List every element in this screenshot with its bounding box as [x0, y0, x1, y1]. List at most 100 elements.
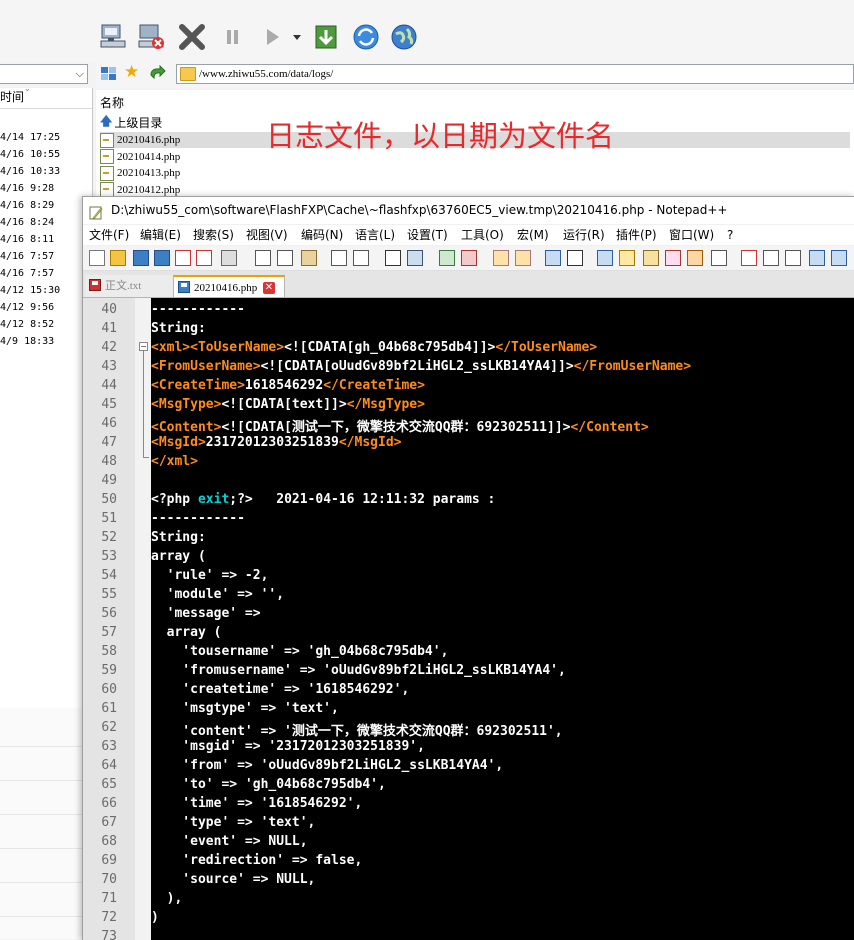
- sync-icon[interactable]: [100, 66, 118, 86]
- play-macro-icon[interactable]: [785, 250, 801, 266]
- all-chars-icon[interactable]: [567, 250, 583, 266]
- file-item[interactable]: 20210413.php: [100, 165, 180, 181]
- parent-dir-item[interactable]: 🡅 上级目录: [100, 114, 162, 130]
- time-list-item[interactable]: 4/16 8:24: [0, 217, 54, 233]
- menu-item[interactable]: 插件(P): [616, 225, 657, 245]
- tab-zhengwen[interactable]: 正文.txt: [85, 275, 173, 297]
- doc-map-icon[interactable]: [643, 250, 659, 266]
- notepad-app-icon: [89, 203, 103, 220]
- name-column-header[interactable]: 名称: [100, 94, 124, 111]
- fold-toggle-icon[interactable]: −: [139, 342, 148, 351]
- menu-item[interactable]: 宏(M): [517, 225, 549, 245]
- time-list-item[interactable]: 4/16 9:28: [0, 183, 54, 199]
- time-list-item[interactable]: 4/16 8:29: [0, 200, 54, 216]
- window-titlebar[interactable]: D:\zhiwu55_com\software\FlashFXP\Cache\~…: [83, 197, 854, 224]
- time-list-item[interactable]: 4/12 9:56: [0, 302, 54, 318]
- time-list-item[interactable]: 4/16 8:11: [0, 234, 54, 250]
- file-name: 20210414.php: [117, 150, 181, 163]
- local-path-combo[interactable]: ⌵: [0, 64, 88, 84]
- star-icon[interactable]: ★: [124, 64, 139, 81]
- play-icon[interactable]: [256, 20, 288, 54]
- redo-icon[interactable]: [353, 250, 369, 266]
- code-token: array (: [151, 625, 222, 640]
- tab-20210416[interactable]: 20210416.php ✕: [173, 275, 285, 297]
- code-token: 'from' => 'oUudGv89bf2LiHGL2_ssLKB14YA4'…: [151, 758, 504, 773]
- pause-icon[interactable]: [216, 20, 248, 54]
- transfer-icon[interactable]: [310, 20, 342, 54]
- play-multi-icon[interactable]: [809, 250, 825, 266]
- function-list-icon[interactable]: [665, 250, 681, 266]
- record-macro-icon[interactable]: [741, 250, 757, 266]
- save-all-icon[interactable]: [154, 250, 170, 266]
- udl-icon[interactable]: [619, 250, 635, 266]
- folder-workspace-icon[interactable]: [687, 250, 703, 266]
- back-arrow-icon[interactable]: [148, 64, 166, 85]
- menu-item[interactable]: 搜索(S): [193, 225, 234, 245]
- time-list-item[interactable]: 4/12 8:52: [0, 319, 54, 335]
- sync-v-icon[interactable]: [493, 250, 509, 266]
- stop-macro-icon[interactable]: [763, 250, 779, 266]
- file-item[interactable]: 20210414.php: [100, 149, 180, 165]
- code-token: array (: [151, 549, 206, 564]
- line-number: 40: [101, 302, 117, 317]
- chevron-down-icon[interactable]: [288, 20, 306, 54]
- open-file-icon[interactable]: [110, 250, 126, 266]
- paste-icon[interactable]: [301, 250, 317, 266]
- time-list-item[interactable]: 4/16 7:57: [0, 251, 54, 267]
- replace-icon[interactable]: [407, 250, 423, 266]
- zoom-out-icon[interactable]: [461, 250, 477, 266]
- menu-item[interactable]: 文件(F): [89, 225, 129, 245]
- globe-icon[interactable]: [388, 20, 420, 54]
- time-list-item[interactable]: 4/16 10:33: [0, 166, 60, 182]
- menu-item[interactable]: 工具(O): [461, 225, 504, 245]
- time-list-item[interactable]: 4/12 15:30: [0, 285, 60, 301]
- time-list-item[interactable]: 4/9 18:33: [0, 336, 54, 352]
- menu-item[interactable]: 设置(T): [407, 225, 448, 245]
- chevron-down-icon[interactable]: ⌵: [76, 67, 84, 81]
- new-file-icon[interactable]: [89, 250, 105, 266]
- transfer-queue-panel: [0, 708, 93, 939]
- menu-item[interactable]: 语言(L): [355, 225, 395, 245]
- sync-h-icon[interactable]: [515, 250, 531, 266]
- disconnect-icon[interactable]: [136, 20, 168, 54]
- code-token: 'source' => NULL,: [151, 872, 316, 887]
- menu-item[interactable]: 视图(V): [246, 225, 288, 245]
- close-icon[interactable]: ✕: [263, 282, 275, 295]
- word-wrap-icon[interactable]: [545, 250, 561, 266]
- time-list-item[interactable]: 4/16 10:55: [0, 149, 60, 165]
- save-icon[interactable]: [133, 250, 149, 266]
- zoom-in-icon[interactable]: [439, 250, 455, 266]
- menu-item[interactable]: 窗口(W): [669, 225, 714, 245]
- code-editor[interactable]: 40 41 42 43 44 45 46 47 48 49 50 51 52 53 54 55 56 57 58 59…: [83, 298, 854, 940]
- menu-item[interactable]: ?: [727, 225, 733, 245]
- code-line: 'fromusername' => 'oUudGv89bf2LiHGL2_ssL…: [151, 663, 566, 678]
- fold-line: [143, 351, 144, 457]
- cut-icon[interactable]: [255, 250, 271, 266]
- line-number: 67: [101, 815, 117, 830]
- save-macro-icon[interactable]: [831, 250, 847, 266]
- tab-label: 正文.txt: [105, 280, 142, 292]
- menu-item[interactable]: 编辑(E): [140, 225, 181, 245]
- undo-icon[interactable]: [331, 250, 347, 266]
- close-file-icon[interactable]: [175, 250, 191, 266]
- indent-guide-icon[interactable]: [597, 250, 613, 266]
- time-list-item[interactable]: 4/14 17:25: [0, 132, 60, 148]
- menu-item[interactable]: 运行(R): [563, 225, 605, 245]
- line-number: 72: [101, 910, 117, 925]
- time-column-label: 时间: [0, 90, 25, 104]
- code-line: 'to' => 'gh_04b68c795db4',: [151, 777, 386, 792]
- time-list-item[interactable]: 4/16 7:57: [0, 268, 54, 284]
- abort-icon[interactable]: [176, 20, 208, 54]
- remote-path-input[interactable]: /www.zhiwu55.com/data/logs/: [176, 64, 854, 84]
- copy-icon[interactable]: [277, 250, 293, 266]
- menu-item[interactable]: 编码(N): [301, 225, 343, 245]
- refresh-icon[interactable]: [350, 20, 382, 54]
- saved-file-icon: [89, 279, 101, 291]
- close-all-icon[interactable]: [196, 250, 212, 266]
- code-token: 'content' => '测试一下，微擎技术交流QQ群：692302511',: [151, 724, 563, 739]
- computer-icon[interactable]: [98, 20, 130, 54]
- find-icon[interactable]: [385, 250, 401, 266]
- print-icon[interactable]: [221, 250, 237, 266]
- monitor-icon[interactable]: [711, 250, 727, 266]
- time-column-header[interactable]: 时间 ⌄: [0, 84, 92, 109]
